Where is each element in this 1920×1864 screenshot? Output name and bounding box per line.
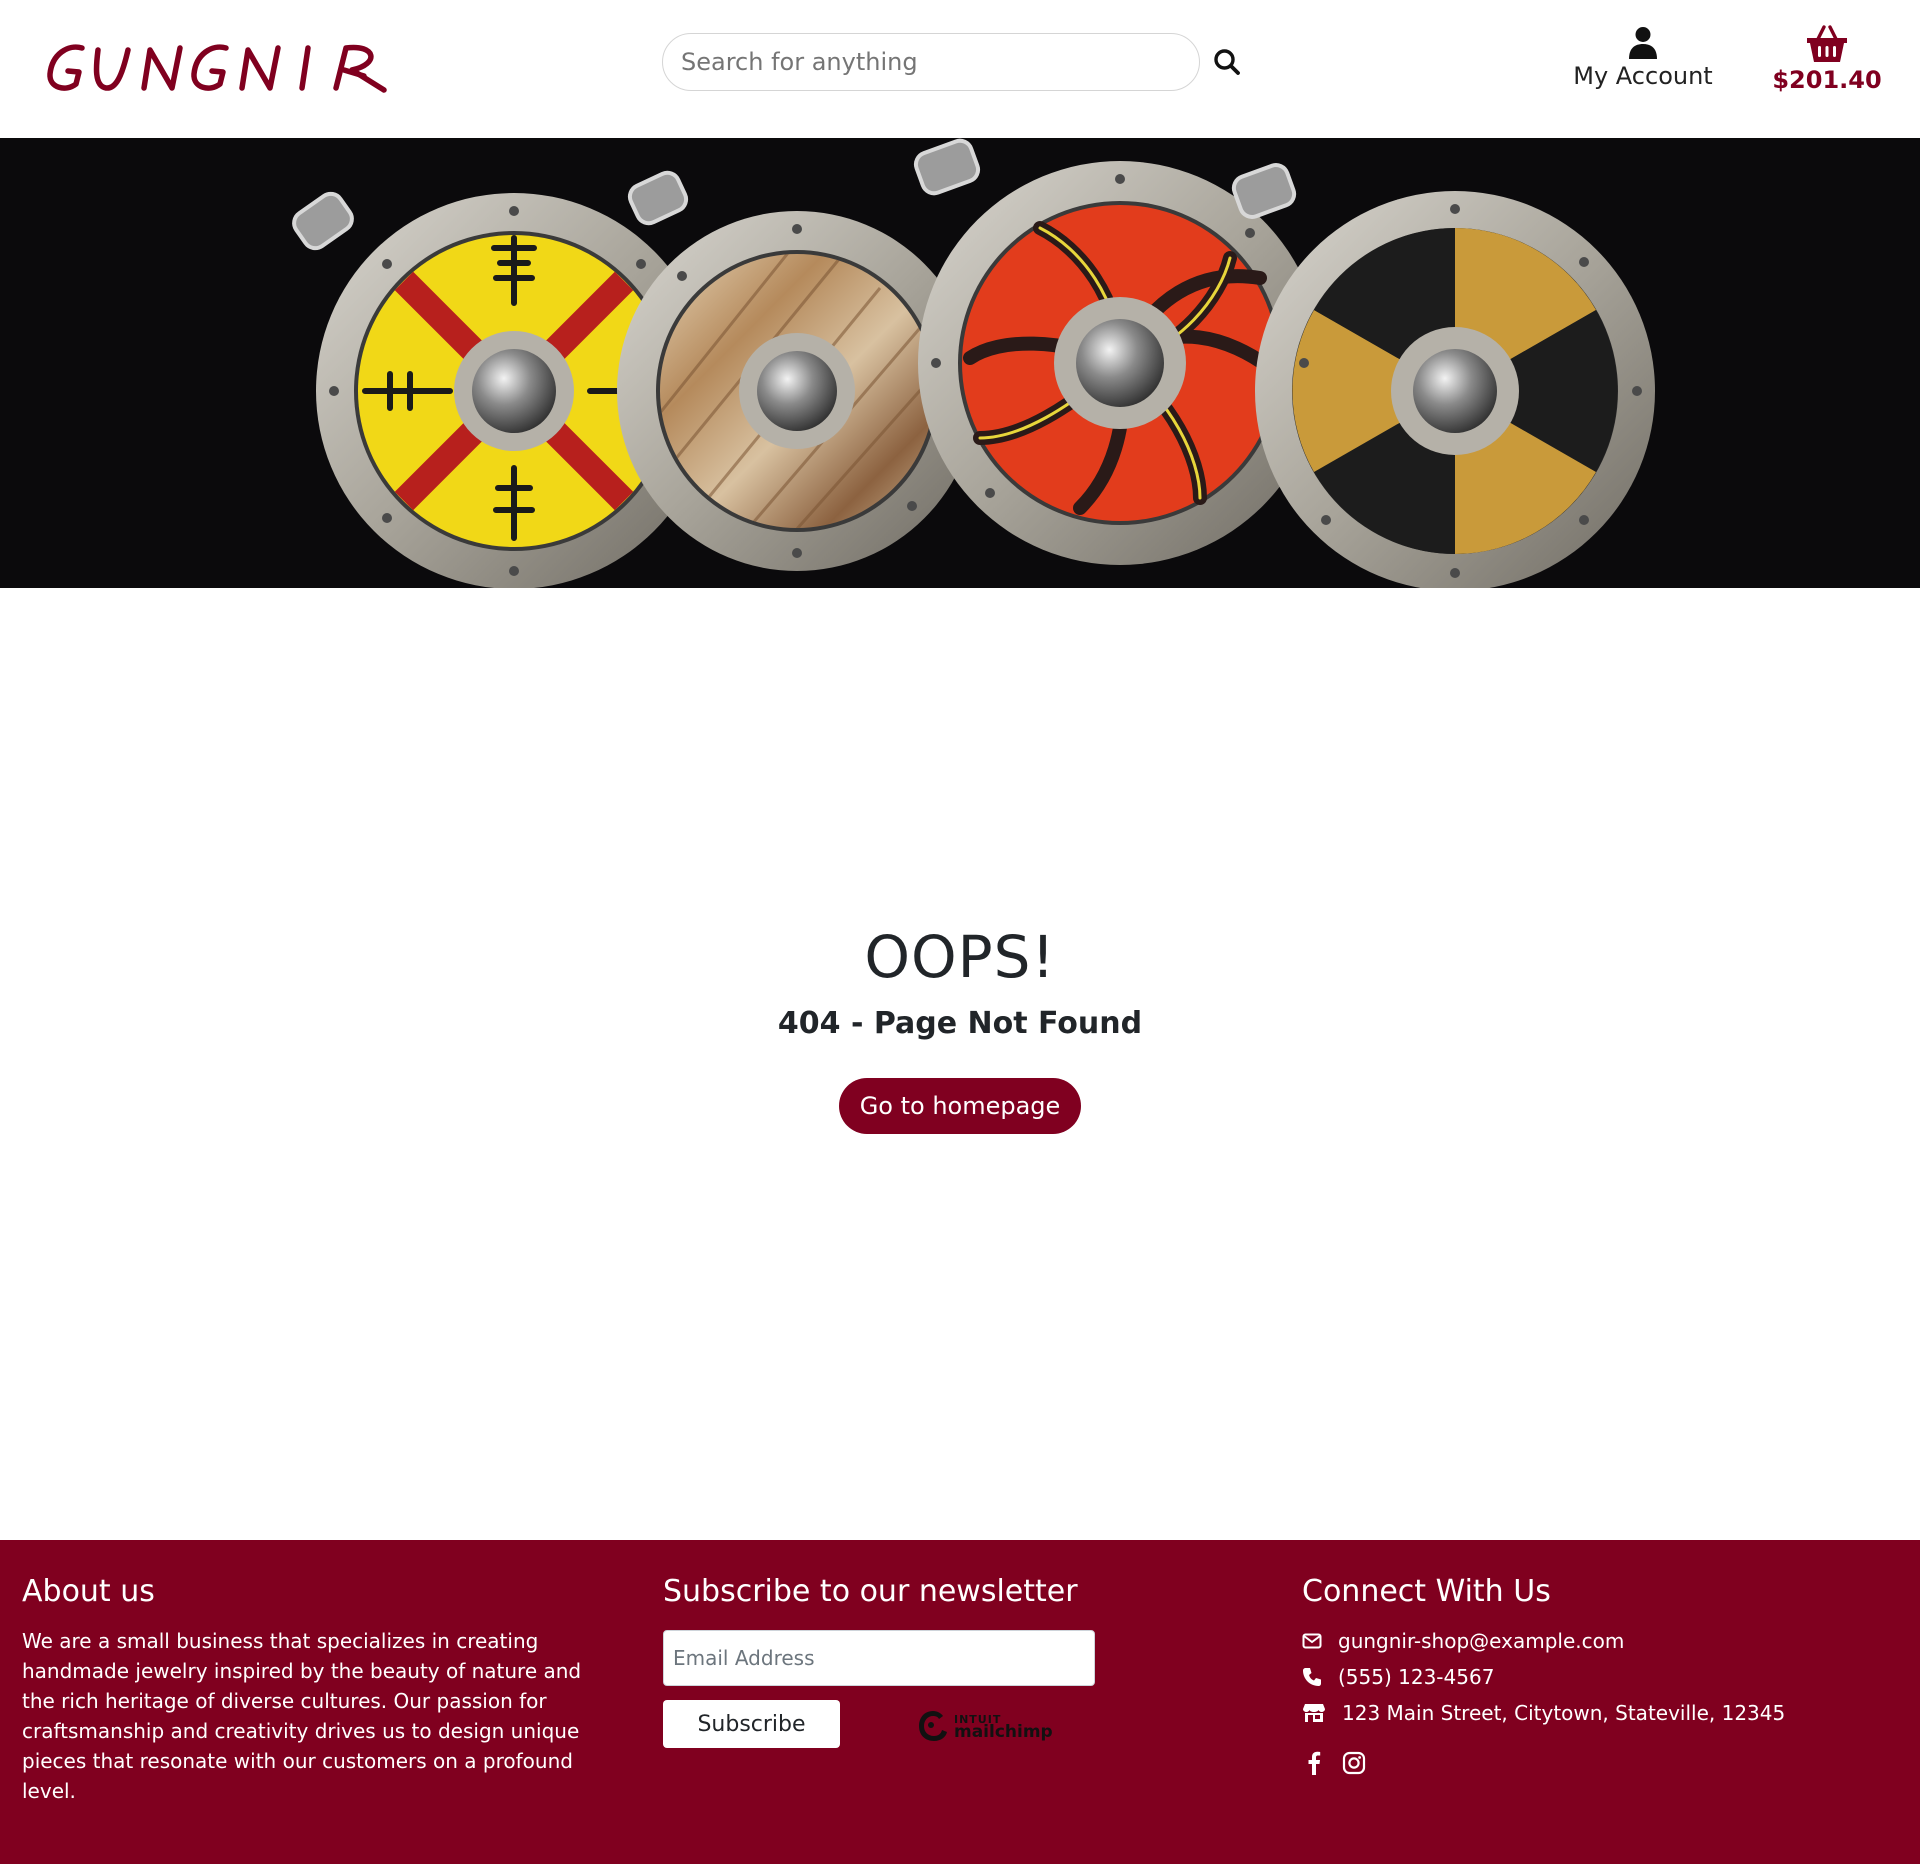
contact-address-text: 123 Main Street, Citytown, Stateville, 1… (1342, 1701, 1786, 1725)
not-found-section: OOPS! 404 - Page Not Found Go to homepag… (0, 588, 1920, 1540)
my-account-label: My Account (1573, 62, 1713, 90)
user-icon (1629, 27, 1657, 59)
contact-email[interactable]: gungnir-shop@example.com (1302, 1626, 1624, 1656)
hero-banner (0, 138, 1920, 588)
error-subtitle: 404 - Page Not Found (777, 1006, 1143, 1041)
site-footer: About us We are a small business that sp… (0, 1540, 1920, 1864)
cart-total: $201.40 (1772, 66, 1882, 94)
envelope-icon (1302, 1633, 1322, 1649)
search-box (662, 33, 1200, 91)
instagram-icon[interactable] (1342, 1750, 1366, 1776)
newsletter-title: Subscribe to our newsletter (663, 1574, 1078, 1609)
search-icon[interactable] (1212, 47, 1242, 77)
subscribe-button[interactable]: Subscribe (663, 1700, 840, 1748)
my-account-link[interactable]: My Account (1560, 26, 1726, 98)
about-us-text: We are a small business that specializes… (22, 1629, 582, 1803)
mailchimp-icon (919, 1711, 947, 1741)
contact-address: 123 Main Street, Citytown, Stateville, 1… (1302, 1698, 1785, 1728)
site-header: My Account $201.40 (0, 0, 1920, 138)
mailchimp-logo: INTUIT mailchimp (916, 1708, 1053, 1744)
cart-link[interactable]: $201.40 (1772, 24, 1882, 100)
phone-icon (1303, 1668, 1321, 1686)
social-links (1302, 1750, 1366, 1776)
about-us-title: About us (22, 1574, 155, 1609)
search-input[interactable] (663, 34, 1199, 90)
hero-image (292, 138, 1655, 588)
logo-wordmark (47, 44, 387, 93)
page-title: OOPS! (864, 923, 1056, 991)
mailchimp-brand-name: mailchimp (954, 1722, 1053, 1742)
email-field[interactable] (663, 1630, 1095, 1686)
connect-title: Connect With Us (1302, 1574, 1551, 1609)
contact-phone-text: (555) 123-4567 (1338, 1665, 1495, 1689)
logo[interactable] (46, 40, 414, 96)
store-icon (1303, 1704, 1325, 1722)
contact-phone[interactable]: (555) 123-4567 (1302, 1662, 1494, 1692)
facebook-icon[interactable] (1302, 1750, 1326, 1776)
basket-icon (1807, 25, 1847, 62)
go-to-homepage-button[interactable]: Go to homepage (839, 1078, 1081, 1134)
contact-email-text: gungnir-shop@example.com (1338, 1629, 1625, 1653)
